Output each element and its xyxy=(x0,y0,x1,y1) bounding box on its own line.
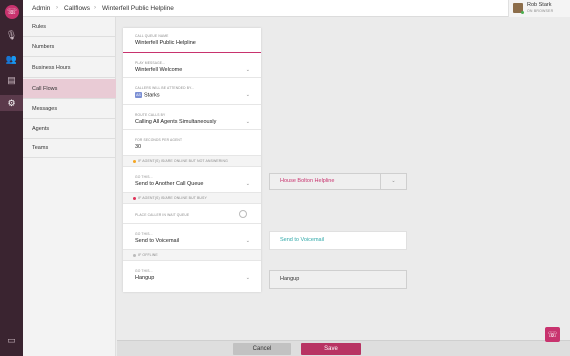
chevron-down-icon: ⌄ xyxy=(245,67,250,73)
queue-name-label: CALL QUEUE NAME xyxy=(135,34,169,38)
section-busy: IF AGENT(S) IS/ARE ONLINE BUT BUSY xyxy=(123,193,261,204)
menu-item-business-hours[interactable]: Business Hours xyxy=(23,58,116,78)
menu-item-agents[interactable]: Agents xyxy=(23,119,116,139)
chevron-down-icon: ⌄ xyxy=(245,275,250,281)
breadcrumb-separator-icon: › xyxy=(56,5,58,11)
play-message-value: Winterfell Welcome xyxy=(135,67,183,73)
warning-dot-icon xyxy=(133,160,136,163)
online-status-dot xyxy=(521,11,524,14)
breadcrumb-callflows[interactable]: Callflows xyxy=(64,0,90,17)
offline-dot-icon xyxy=(133,254,136,257)
go-to-label: GO THIS... xyxy=(135,269,153,273)
breadcrumb-separator-icon: › xyxy=(94,5,96,11)
users-icon[interactable]: 👥 xyxy=(0,51,23,67)
menu-item-numbers[interactable]: Numbers xyxy=(23,37,116,57)
queue-name-input[interactable]: Winterfell Public Helpline xyxy=(135,40,196,46)
seconds-per-agent-label: FOR SECONDS PER AGENT xyxy=(135,138,183,142)
seconds-per-agent-input[interactable]: 30 xyxy=(135,144,141,150)
section-busy-label: IF AGENT(S) IS/ARE ONLINE BUT BUSY xyxy=(138,196,207,200)
hangup-target[interactable]: Hangup xyxy=(269,270,407,289)
menu-item-rules[interactable]: Rules xyxy=(23,17,116,37)
attended-by-label: CALLERS WILL BE ATTENDED BY... xyxy=(135,86,195,90)
route-calls-select[interactable]: ROUTE CALLS BY Calling All Agents Simult… xyxy=(123,105,261,130)
user-menu[interactable]: Rob Stark ON BROWSER xyxy=(508,0,570,17)
queue-name-field[interactable]: CALL QUEUE NAME Winterfell Public Helpli… xyxy=(123,28,261,53)
contacts-icon[interactable]: ▤ xyxy=(0,72,23,88)
route-calls-label: ROUTE CALLS BY xyxy=(135,113,166,117)
phone-icon[interactable]: ☏ xyxy=(545,327,560,342)
attended-by-select[interactable]: CALLERS WILL BE ATTENDED BY... AS Starks … xyxy=(123,78,261,105)
section-not-answering: IF AGENT(S) IS/ARE ONLINE BUT NOT ANSWER… xyxy=(123,156,261,167)
attended-by-text: Starks xyxy=(144,92,160,99)
queue-target-select[interactable]: House Bolton Helpline ⌄ xyxy=(269,173,407,190)
chevron-down-icon: ⌄ xyxy=(245,119,250,125)
team-badge: AS xyxy=(135,92,142,98)
breadcrumb-admin[interactable]: Admin xyxy=(32,0,50,17)
cancel-button[interactable]: Cancel xyxy=(233,343,291,355)
go-to-label: GO THIS... xyxy=(135,175,153,179)
desktop-icon[interactable]: ▭ xyxy=(0,332,23,348)
attended-by-value: AS Starks xyxy=(135,92,160,98)
chevron-down-icon: ⌄ xyxy=(245,92,250,98)
go-to-busy-select[interactable]: GO THIS... Send to Voicemail ⌄ xyxy=(123,224,261,250)
user-name: Rob Stark xyxy=(527,2,552,8)
hangup-target-label: Hangup xyxy=(280,276,300,282)
side-menu: Rules Numbers Business Hours Call Flows … xyxy=(23,17,116,356)
go-to-label: GO THIS... xyxy=(135,232,153,236)
voicemail-target-label: Send to Voicemail xyxy=(280,237,325,243)
user-status: ON BROWSER xyxy=(527,9,554,13)
go-to-value: Send to Another Call Queue xyxy=(135,181,204,187)
callflow-editor: CALL QUEUE NAME Winterfell Public Helpli… xyxy=(117,18,570,340)
icon-rail: ☏ 🎙 👥 ▤ ⚙ ▭ xyxy=(0,0,23,356)
go-to-not-answering-select[interactable]: GO THIS... Send to Another Call Queue ⌄ xyxy=(123,167,261,193)
go-to-value: Hangup xyxy=(135,275,155,281)
breadcrumb-current: Winterfell Public Helpline xyxy=(102,5,174,12)
phone-logo-icon[interactable]: ☏ xyxy=(5,5,19,19)
go-to-offline-select[interactable]: GO THIS... Hangup ⌄ xyxy=(123,261,261,292)
action-bar: Cancel Save xyxy=(117,340,570,356)
menu-item-messages[interactable]: Messages xyxy=(23,99,116,119)
chevron-down-icon: ⌄ xyxy=(245,238,250,244)
route-calls-value: Calling All Agents Simultaneously xyxy=(135,119,217,125)
go-to-value: Send to Voicemail xyxy=(135,238,180,244)
chevron-down-icon[interactable]: ⌄ xyxy=(380,174,406,189)
wait-queue-row: PLACE CALLER IN WAIT QUEUE xyxy=(123,204,261,224)
seconds-per-agent-field[interactable]: FOR SECONDS PER AGENT 30 xyxy=(123,130,261,156)
section-offline: IF OFFLINE xyxy=(123,250,261,261)
wait-queue-toggle[interactable] xyxy=(239,210,247,218)
call-queue-form: CALL QUEUE NAME Winterfell Public Helpli… xyxy=(123,28,261,292)
settings-icon[interactable]: ⚙ xyxy=(0,95,23,111)
queue-target-label: House Bolton Helpline xyxy=(280,178,335,184)
play-message-select[interactable]: PLAY MESSAGE... Winterfell Welcome ⌄ xyxy=(123,53,261,78)
microphone-icon[interactable]: 🎙 xyxy=(0,27,23,43)
menu-item-call-flows[interactable]: Call Flows xyxy=(23,79,116,99)
danger-dot-icon xyxy=(133,197,136,200)
play-message-label: PLAY MESSAGE... xyxy=(135,61,166,65)
section-not-answering-label: IF AGENT(S) IS/ARE ONLINE BUT NOT ANSWER… xyxy=(138,159,228,163)
wait-queue-label: PLACE CALLER IN WAIT QUEUE xyxy=(135,213,190,217)
chevron-down-icon: ⌄ xyxy=(245,181,250,187)
section-offline-label: IF OFFLINE xyxy=(138,253,158,257)
top-bar: Admin › Callflows › Winterfell Public He… xyxy=(23,0,570,17)
save-button[interactable]: Save xyxy=(301,343,361,355)
voicemail-target[interactable]: Send to Voicemail xyxy=(269,231,407,250)
menu-item-teams[interactable]: Teams xyxy=(23,138,116,158)
